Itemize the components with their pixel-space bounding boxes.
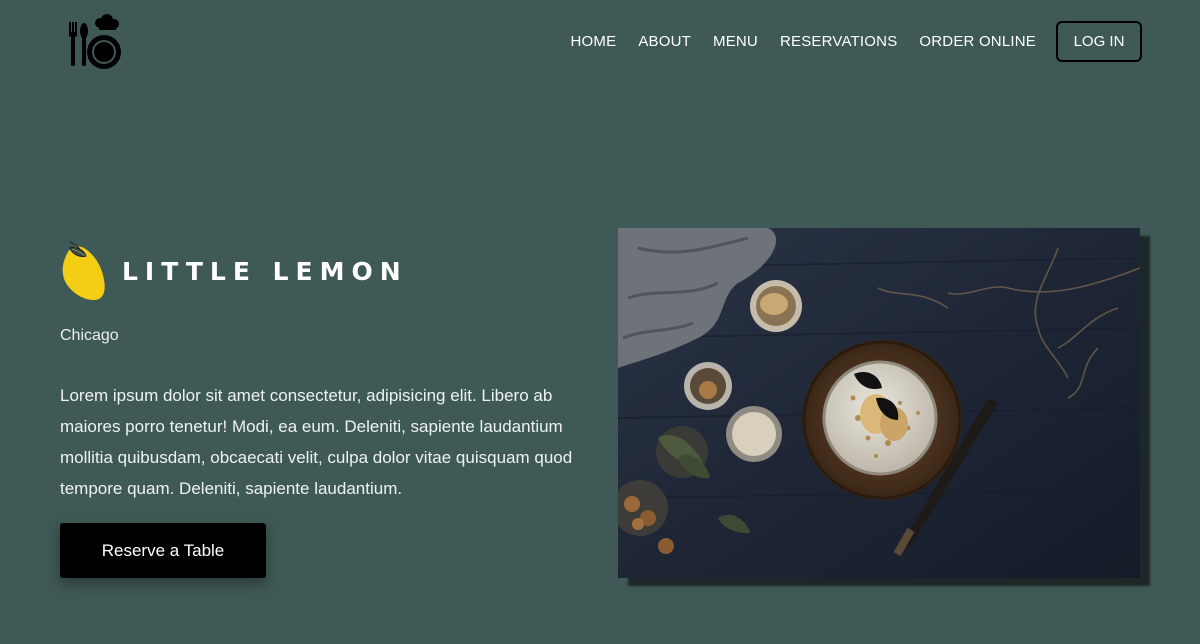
lemon-icon [62, 241, 105, 300]
nav-reservations-link[interactable]: RESERVATIONS [780, 33, 897, 50]
nav-about-link[interactable]: ABOUT [638, 33, 691, 50]
reserve-table-button[interactable]: Reserve a Table [60, 523, 266, 578]
brand-name: LITTLE LEMON [122, 256, 408, 286]
login-button[interactable]: LOG IN [1056, 21, 1142, 62]
main-nav: HOME ABOUT MENU RESERVATIONS ORDER ONLIN… [571, 21, 1142, 62]
brand: LITTLE LEMON [60, 240, 408, 302]
restaurant-logo-icon[interactable] [66, 14, 124, 70]
hero-image [618, 228, 1140, 578]
nav-order-online-link[interactable]: ORDER ONLINE [919, 33, 1036, 50]
nav-home-link[interactable]: HOME [571, 33, 617, 50]
hero-description: Lorem ipsum dolor sit amet consectetur, … [60, 386, 573, 498]
city-label: Chicago [60, 327, 119, 344]
nav-menu-link[interactable]: MENU [713, 33, 758, 50]
